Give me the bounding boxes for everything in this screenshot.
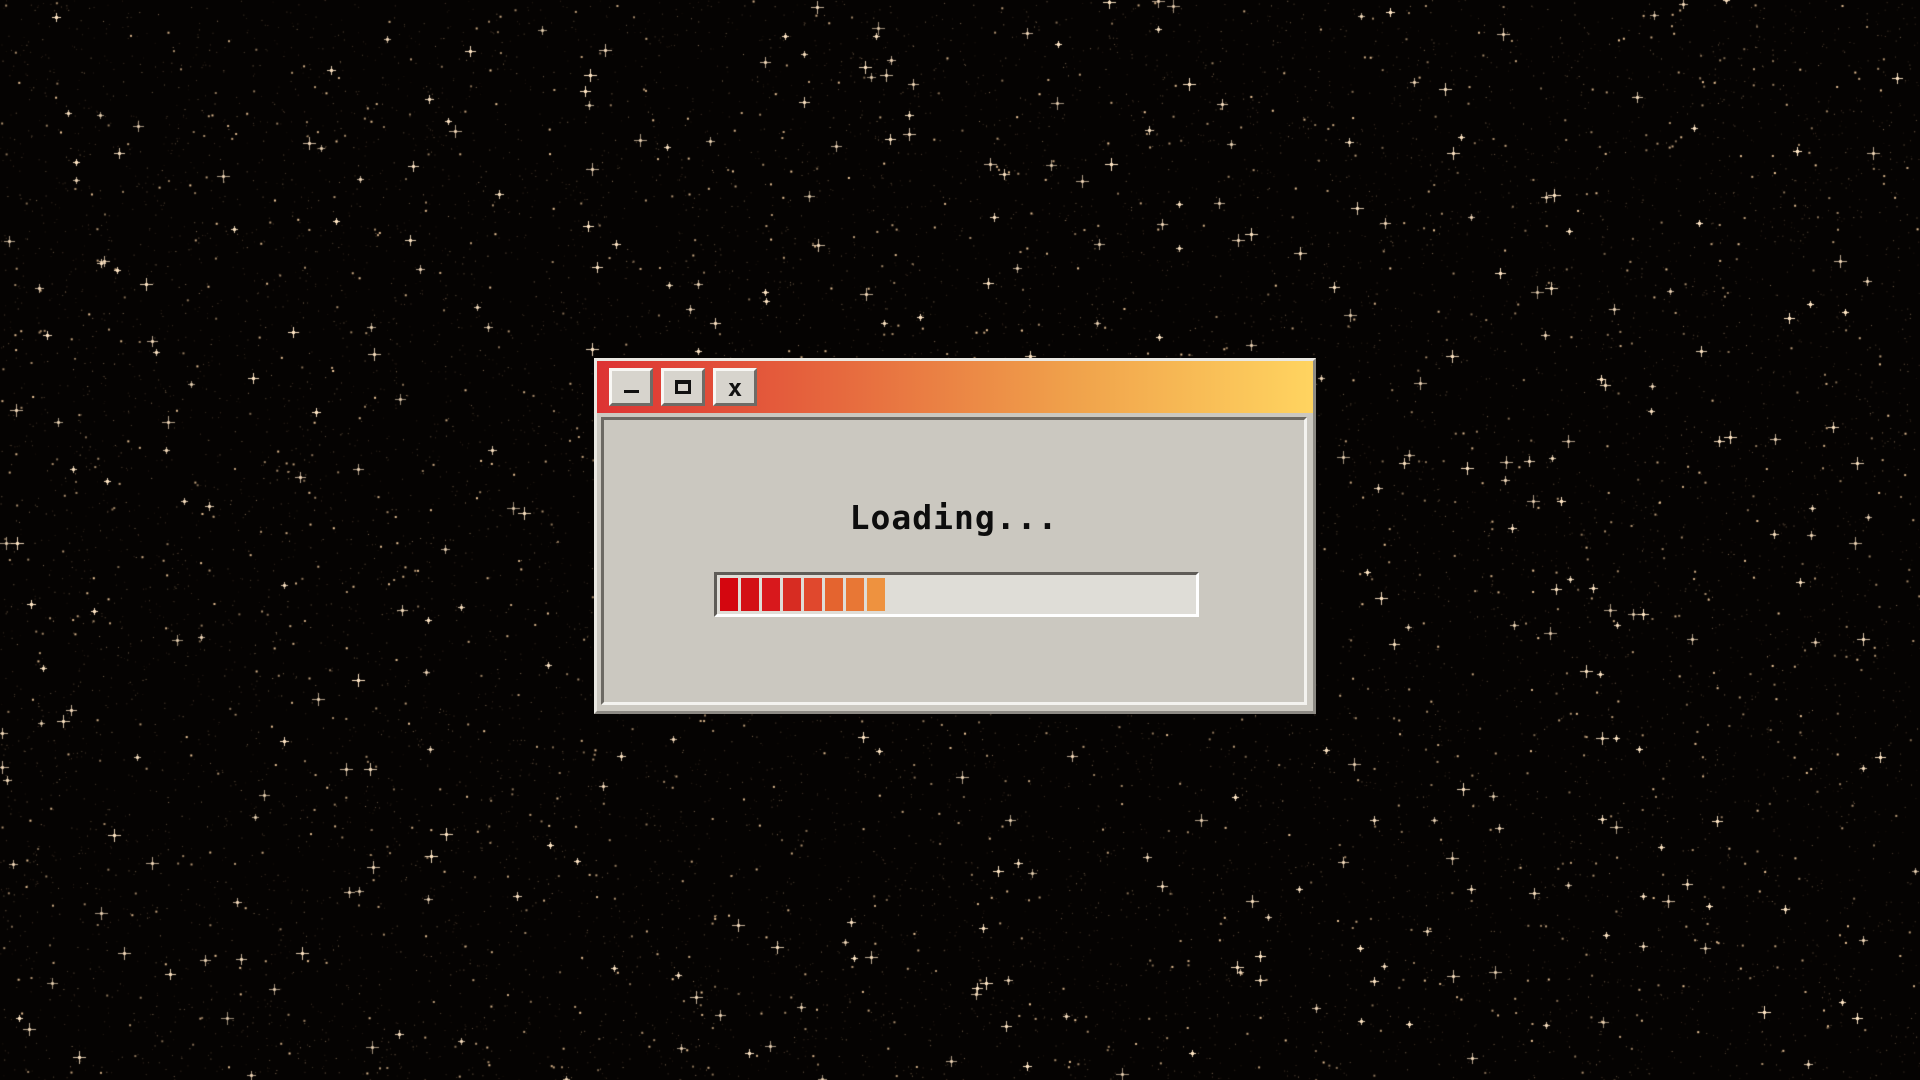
progress-segment: [762, 578, 780, 611]
dialog-content: Loading...: [601, 417, 1307, 705]
close-icon: x: [727, 374, 743, 402]
progress-bar: [714, 572, 1199, 617]
progress-segment: [825, 578, 843, 611]
progress-segment: [846, 578, 864, 611]
progress-segment: [804, 578, 822, 611]
progress-segment: [783, 578, 801, 611]
close-button[interactable]: x: [713, 368, 757, 406]
maximize-button[interactable]: [661, 368, 705, 406]
minimize-icon: [623, 390, 639, 393]
progress-fill: [720, 578, 1193, 611]
maximize-icon: [675, 380, 691, 394]
progress-segment: [720, 578, 738, 611]
title-bar[interactable]: x: [597, 361, 1313, 413]
loading-dialog-window: x Loading...: [594, 358, 1316, 714]
progress-segment: [867, 578, 885, 611]
progress-segment: [741, 578, 759, 611]
loading-message: Loading...: [849, 498, 1059, 537]
minimize-button[interactable]: [609, 368, 653, 406]
